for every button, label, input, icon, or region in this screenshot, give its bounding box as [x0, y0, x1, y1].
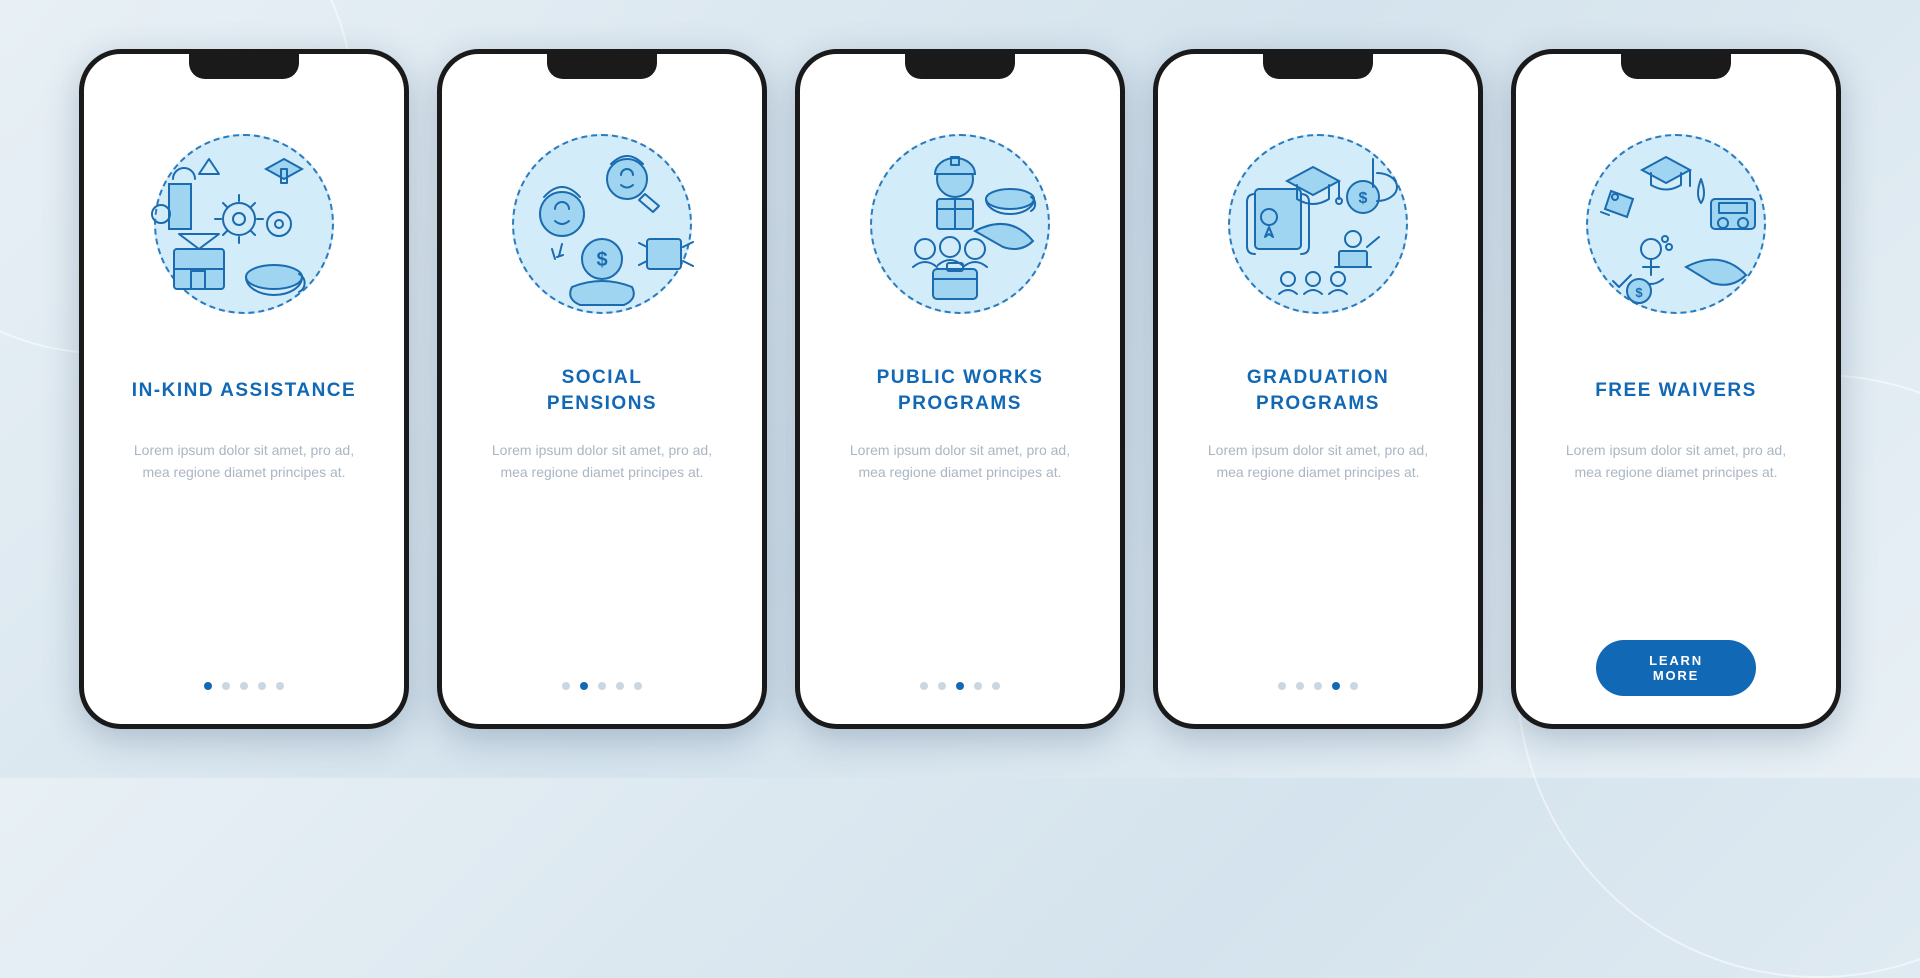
dot-2[interactable]	[598, 682, 606, 690]
slide-title: IN-KIND ASSISTANCE	[132, 364, 356, 418]
dot-2[interactable]	[240, 682, 248, 690]
dot-3[interactable]	[1332, 682, 1340, 690]
dot-0[interactable]	[1278, 682, 1286, 690]
dot-0[interactable]	[562, 682, 570, 690]
phone-notch	[189, 53, 299, 79]
slide-illustration: $	[487, 109, 717, 339]
svg-text:$: $	[596, 249, 607, 271]
dot-4[interactable]	[634, 682, 642, 690]
slide-illustration	[845, 109, 1075, 339]
phone-notch	[1621, 53, 1731, 79]
phone-slide-4: $ FREE WAIVERS Lorem ipsum dolor sit ame…	[1511, 49, 1841, 729]
phone-slide-1: $ SOCIAL PENSIONS Lorem ipsum dolor sit …	[437, 49, 767, 729]
slide-title: SOCIAL PENSIONS	[547, 364, 657, 418]
dot-4[interactable]	[1350, 682, 1358, 690]
dot-4[interactable]	[276, 682, 284, 690]
dot-3[interactable]	[258, 682, 266, 690]
phone-notch	[1263, 53, 1373, 79]
dot-0[interactable]	[920, 682, 928, 690]
slide-description: Lorem ipsum dolor sit amet, pro ad, mea …	[114, 440, 374, 483]
social-pensions-icon: $	[497, 119, 707, 329]
pagination-dots	[84, 682, 404, 690]
phone-slide-2: PUBLIC WORKS PROGRAMS Lorem ipsum dolor …	[795, 49, 1125, 729]
slide-title: GRADUATION PROGRAMS	[1247, 364, 1389, 418]
slide-description: Lorem ipsum dolor sit amet, pro ad, mea …	[1546, 440, 1806, 483]
slide-title: FREE WAIVERS	[1595, 364, 1757, 418]
pagination-dots	[442, 682, 762, 690]
dot-4[interactable]	[992, 682, 1000, 690]
svg-text:$: $	[1635, 285, 1643, 300]
graduation-programs-icon: $	[1213, 119, 1423, 329]
dot-1[interactable]	[222, 682, 230, 690]
onboarding-row: IN-KIND ASSISTANCE Lorem ipsum dolor sit…	[79, 49, 1841, 729]
dot-3[interactable]	[616, 682, 624, 690]
free-waivers-icon: $	[1571, 119, 1781, 329]
dot-1[interactable]	[1296, 682, 1304, 690]
phone-notch	[547, 53, 657, 79]
learn-more-button[interactable]: LEARN MORE	[1596, 640, 1756, 696]
dot-2[interactable]	[1314, 682, 1322, 690]
slide-description: Lorem ipsum dolor sit amet, pro ad, mea …	[1188, 440, 1448, 483]
dot-1[interactable]	[580, 682, 588, 690]
slide-description: Lorem ipsum dolor sit amet, pro ad, mea …	[472, 440, 732, 483]
dot-1[interactable]	[938, 682, 946, 690]
pagination-dots	[1158, 682, 1478, 690]
dot-2[interactable]	[956, 682, 964, 690]
pagination-dots	[800, 682, 1120, 690]
phone-slide-3: $ GRADUATION PROGRAMS Lorem ipsum dolor …	[1153, 49, 1483, 729]
slide-illustration	[129, 109, 359, 339]
slide-description: Lorem ipsum dolor sit amet, pro ad, mea …	[830, 440, 1090, 483]
slide-illustration: $	[1203, 109, 1433, 339]
slide-title: PUBLIC WORKS PROGRAMS	[877, 364, 1044, 418]
public-works-icon	[855, 119, 1065, 329]
dot-0[interactable]	[204, 682, 212, 690]
slide-illustration: $	[1561, 109, 1791, 339]
phone-notch	[905, 53, 1015, 79]
phone-slide-0: IN-KIND ASSISTANCE Lorem ipsum dolor sit…	[79, 49, 409, 729]
svg-text:$: $	[1359, 190, 1368, 207]
dot-3[interactable]	[974, 682, 982, 690]
in-kind-assistance-icon	[139, 119, 349, 329]
